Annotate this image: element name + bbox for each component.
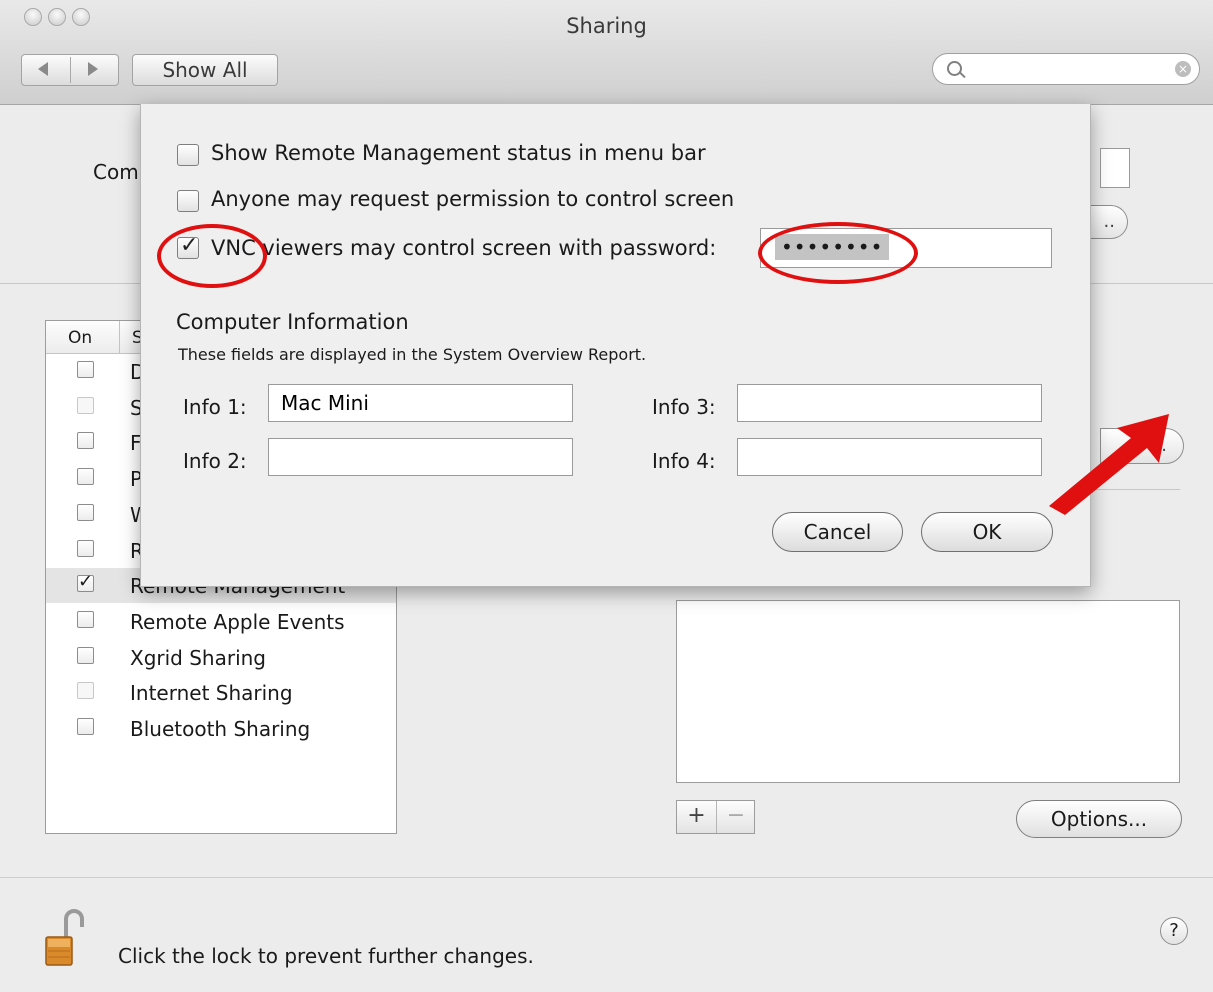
remove-user-button[interactable]: − [717,801,755,833]
back-forward-control [21,54,119,86]
service-checkbox[interactable] [77,432,94,450]
service-row[interactable]: Internet Sharing [46,675,396,710]
computer-name-label: Com [93,160,139,184]
window-titlebar: Sharing Show All × [0,0,1213,105]
info-2-label: Info 2: [183,449,247,473]
unlocked-lock-icon[interactable] [44,907,84,967]
show-all-button[interactable]: Show All [132,54,278,86]
column-divider [119,321,120,353]
service-checkbox[interactable] [77,503,94,521]
service-column-header[interactable]: S [132,328,143,348]
service-checkbox[interactable] [77,610,94,628]
info-2-field[interactable] [268,438,573,476]
info-1-field[interactable] [268,384,573,422]
add-user-button[interactable]: + [677,801,717,833]
service-checkbox[interactable] [77,361,94,378]
checkmark-icon: ✓ [78,571,94,593]
request-permission-checkbox[interactable] [177,190,199,212]
window-title: Sharing [566,14,647,38]
on-column-header[interactable]: On [68,328,92,348]
footer-divider [0,877,1213,878]
service-checkbox[interactable] [77,468,94,486]
highlight-checkbox-circle [157,224,267,288]
service-row[interactable]: Xgrid Sharing [46,640,396,675]
highlight-password-circle [758,222,918,284]
service-row[interactable]: Bluetooth Sharing [46,711,396,746]
pointer-arrow-icon [1049,414,1169,515]
back-arrow-icon[interactable] [38,62,48,76]
edit-button[interactable]: .. [1088,205,1128,239]
help-button[interactable]: ? [1160,917,1188,945]
show-status-label: Show Remote Management status in menu ba… [211,141,706,165]
search-input[interactable] [967,58,1171,82]
info-4-field[interactable] [737,438,1042,476]
computer-name-field[interactable] [1100,148,1130,188]
service-row[interactable]: Remote Apple Events [46,604,396,639]
options-button[interactable]: Options... [1016,800,1182,838]
computer-info-title: Computer Information [176,310,409,334]
service-checkbox[interactable] [77,539,94,557]
service-checkbox[interactable] [77,646,94,664]
info-3-field[interactable] [737,384,1042,422]
clear-search-icon[interactable]: × [1175,61,1191,77]
add-remove-control: + − [676,800,755,834]
show-status-checkbox[interactable] [177,144,199,166]
computer-info-subtitle: These fields are displayed in the System… [178,345,647,364]
remote-management-options-sheet: Show Remote Management status in menu ba… [140,104,1091,587]
lock-message: Click the lock to prevent further change… [118,944,534,968]
nav-divider [70,57,71,83]
request-permission-label: Anyone may request permission to control… [211,187,735,211]
service-label: Xgrid Sharing [130,645,267,670]
info-3-label: Info 3: [652,395,716,419]
service-label: Bluetooth Sharing [130,717,311,741]
service-label: Remote Apple Events [130,609,345,634]
ok-button[interactable]: OK [921,512,1053,552]
search-icon [947,61,962,76]
info-1-label: Info 1: [183,395,247,419]
service-label: Internet Sharing [130,681,293,706]
service-checkbox[interactable] [77,682,94,700]
forward-arrow-icon[interactable] [88,62,98,76]
vnc-password-label: VNC viewers may control screen with pass… [211,236,717,260]
service-checkbox[interactable]: ✓ [77,573,94,593]
cancel-button[interactable]: Cancel [772,512,903,552]
info-4-label: Info 4: [652,449,716,473]
service-checkbox[interactable] [77,718,94,735]
search-field[interactable]: × [932,53,1200,85]
service-checkbox[interactable] [77,396,94,414]
users-list[interactable] [676,600,1180,783]
